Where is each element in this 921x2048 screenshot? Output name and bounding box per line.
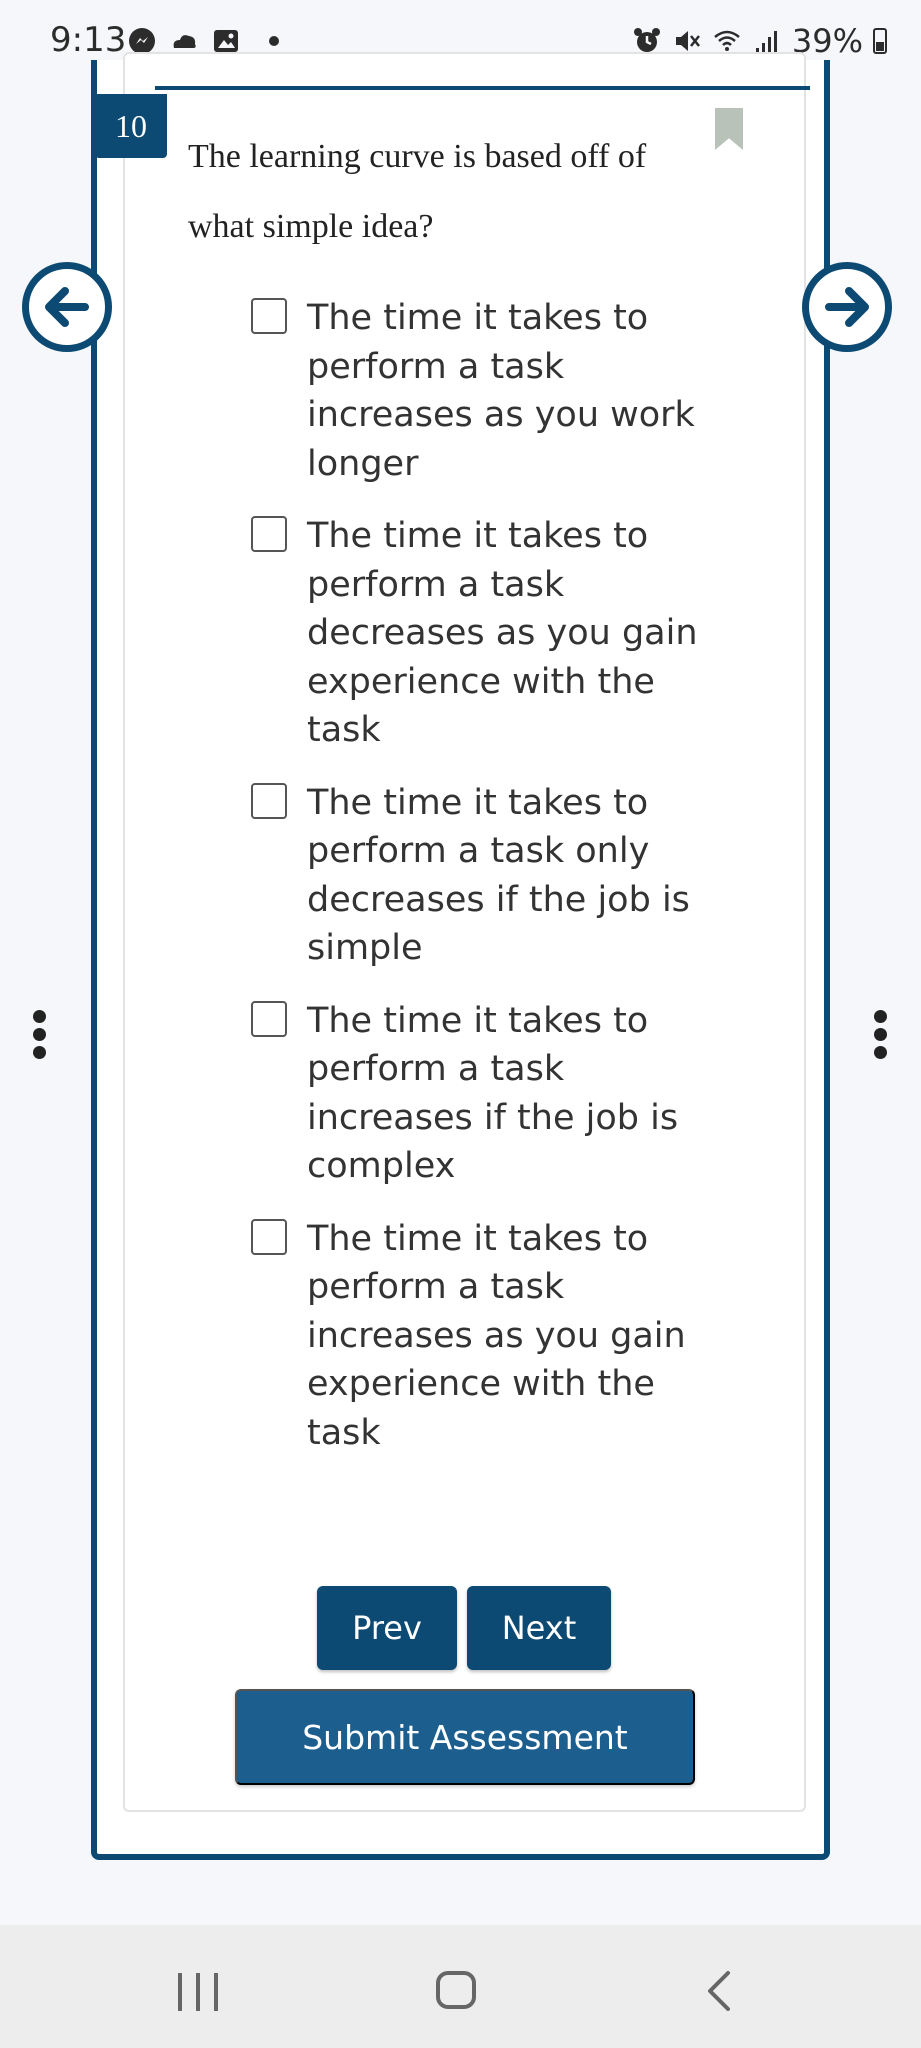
quiz-frame: 10 The learning curve is based off of wh…	[91, 52, 830, 1860]
answer-option-label: The time it takes to perform a task only…	[307, 782, 690, 969]
next-button[interactable]: Next	[467, 1586, 611, 1670]
previous-question-arrow[interactable]	[22, 262, 112, 352]
right-more-options-icon[interactable]	[874, 1010, 888, 1059]
answer-checkbox[interactable]	[251, 1218, 287, 1255]
arrow-left-circle-icon	[45, 287, 89, 327]
recent-apps-icon[interactable]	[178, 1973, 218, 2011]
card-top-divider	[155, 86, 810, 90]
answer-checkbox[interactable]	[251, 516, 287, 552]
answer-option[interactable]: The time it takes to perform a task incr…	[251, 294, 721, 488]
answer-option-label: The time it takes to perform a task incr…	[307, 1218, 686, 1453]
back-icon[interactable]	[700, 1969, 740, 2013]
answer-option[interactable]: The time it takes to perform a task incr…	[251, 997, 721, 1191]
pagination-buttons: Prev Next	[317, 1586, 611, 1670]
answer-option[interactable]: The time it takes to perform a task incr…	[251, 1215, 721, 1458]
question-text: The learning curve is based off of what …	[188, 138, 647, 245]
answer-checkbox[interactable]	[251, 298, 287, 334]
android-nav-bar	[0, 1925, 921, 2048]
left-more-options-icon[interactable]	[33, 1010, 47, 1059]
answer-checkbox[interactable]	[251, 782, 287, 819]
next-question-arrow[interactable]	[802, 262, 892, 352]
answer-option-label: The time it takes to perform a task incr…	[307, 298, 695, 484]
arrow-right-circle-icon	[825, 287, 869, 327]
question-card: 10 The learning curve is based off of wh…	[95, 52, 810, 1812]
submit-assessment-button[interactable]: Submit Assessment	[235, 1689, 695, 1785]
answer-options: The time it takes to perform a task incr…	[251, 294, 721, 1481]
answer-option-label: The time it takes to perform a task incr…	[307, 1000, 679, 1187]
prev-button[interactable]: Prev	[317, 1586, 457, 1670]
answer-option[interactable]: The time it takes to perform a task only…	[251, 779, 721, 973]
answer-option[interactable]: The time it takes to perform a task decr…	[251, 512, 721, 755]
answer-option-label: The time it takes to perform a task decr…	[307, 516, 698, 750]
status-time: 9:13	[50, 20, 127, 60]
battery-icon	[873, 28, 887, 54]
question-number-badge: 10	[95, 94, 167, 158]
notification-dot-icon	[269, 36, 279, 46]
answer-checkbox[interactable]	[251, 1000, 287, 1037]
bookmark-icon[interactable]	[715, 108, 743, 150]
home-icon[interactable]	[436, 1971, 476, 2009]
